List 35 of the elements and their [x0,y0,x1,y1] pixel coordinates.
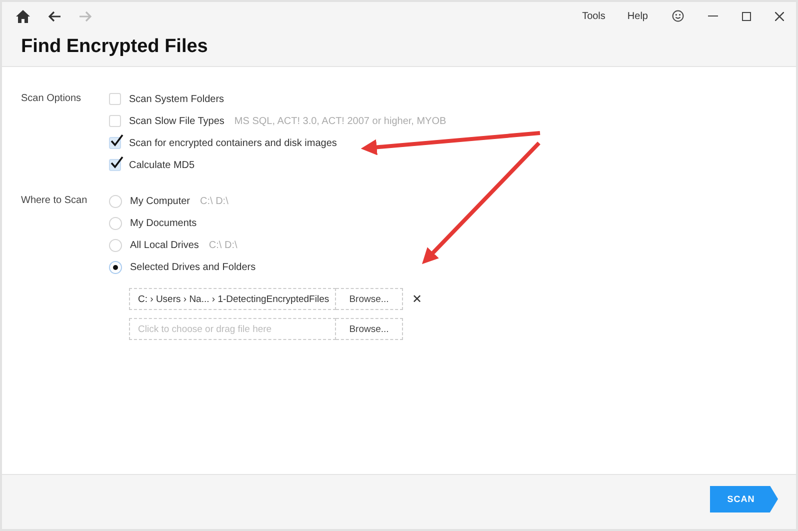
page-title: Find Encrypted Files [20,35,209,59]
option-label: Scan Slow File Types [129,116,224,126]
option-label: All Local Drives [130,240,199,250]
checkbox[interactable] [109,93,121,105]
option-detail: C:\ D:\ [200,196,228,206]
radio-button[interactable] [109,260,122,274]
menu-item[interactable]: Tools [582,10,606,22]
remove-button[interactable]: ✕ [412,293,422,305]
checkbox[interactable] [109,137,121,149]
option-detail: C:\ D:\ [208,240,238,250]
minimize-icon[interactable] [708,15,718,17]
radio-button[interactable] [109,216,122,230]
option-detail: MS SQL, ACT! 3.0, ACT! 2007 or higher, MYOB [234,116,446,126]
smiley-icon[interactable] [672,10,684,22]
option-label: Scan for encrypted containers and disk images [129,138,337,148]
browse-button[interactable]: Browse... [336,288,403,310]
section-label: Scan Options [21,92,82,106]
option-label: Scan System Folders [129,94,224,104]
path-field[interactable]: C: › Users › Na... › 1-DetectingEncryptedFiles [129,288,336,310]
menu-item[interactable]: Help [627,10,648,22]
browse-button[interactable]: Browse... [336,318,403,340]
section-label: Where to Scan [21,194,88,208]
back-arrow-icon[interactable] [48,10,61,22]
home-icon[interactable] [16,10,30,22]
close-icon[interactable] [775,12,784,20]
option-label: Calculate MD5 [129,160,195,170]
option-label: Selected Drives and Folders [130,262,256,272]
radio-button[interactable] [109,238,122,252]
radio-button[interactable] [109,194,122,208]
checkbox[interactable] [109,159,121,171]
maximize-icon[interactable] [742,12,751,20]
path-field[interactable]: Click to choose or drag file here [129,318,336,340]
checkbox[interactable] [109,115,121,127]
option-label: My Documents [130,218,197,228]
option-label: My Computer [130,196,190,206]
